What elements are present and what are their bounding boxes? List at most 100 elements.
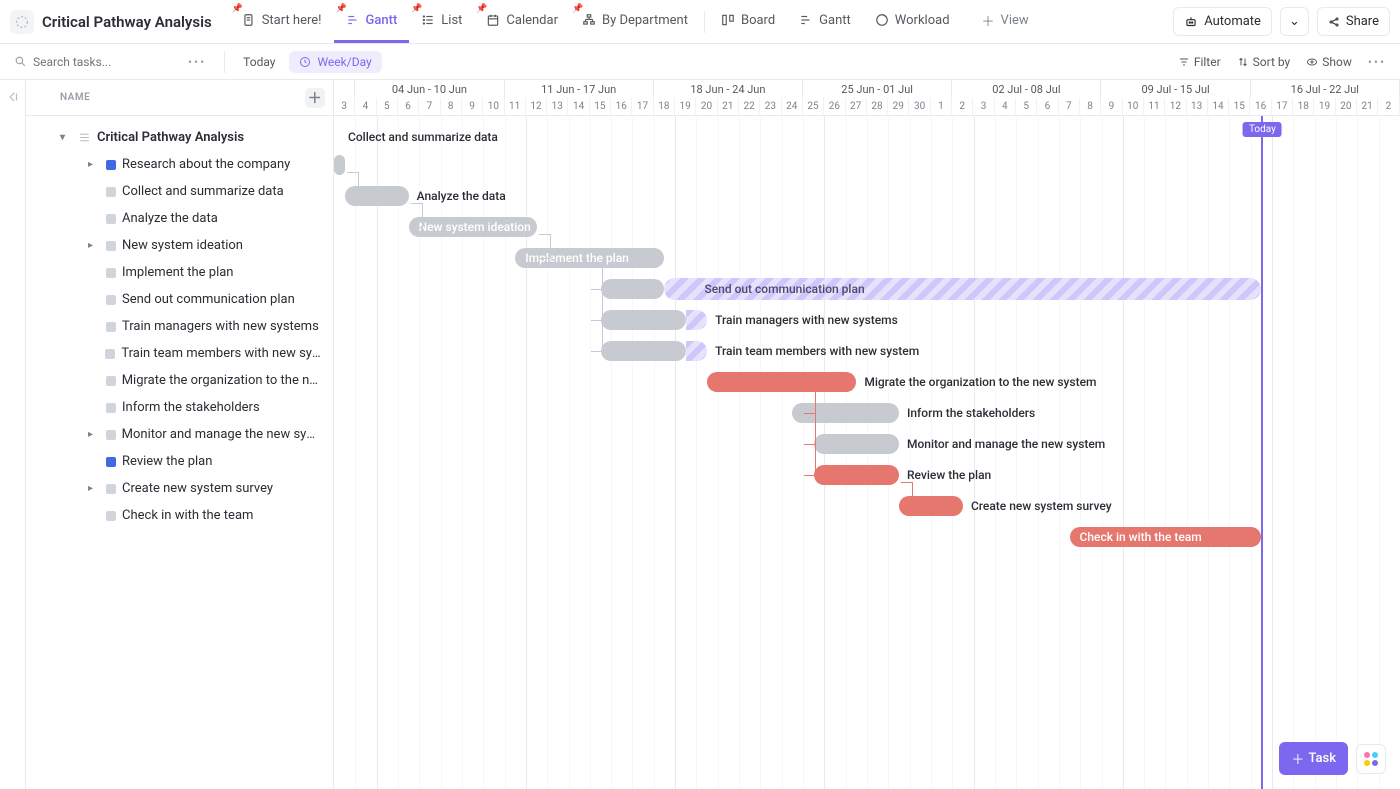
gantt-bar[interactable] <box>601 279 665 299</box>
day-header: 20 <box>696 98 717 116</box>
task-row[interactable]: Train team members with new syst... <box>32 340 327 367</box>
collapse-sidebar-button[interactable] <box>0 80 26 789</box>
gantt-icon <box>346 13 360 27</box>
search-input[interactable] <box>33 55 153 69</box>
task-row[interactable]: Analyze the data <box>32 205 327 232</box>
week-header: 02 Jul - 08 Jul <box>952 80 1101 98</box>
clock-icon <box>299 56 311 68</box>
day-header: 2 <box>952 98 973 116</box>
filter-bar: ••• Today Week/Day Filter Sort by Show •… <box>0 44 1400 80</box>
task-row[interactable]: Check in with the team <box>32 502 327 529</box>
sort-button[interactable]: Sort by <box>1237 55 1291 69</box>
automate-dropdown[interactable]: ⌄ <box>1280 7 1309 36</box>
task-label: Create new system survey <box>122 481 273 496</box>
caret-down-icon[interactable]: ▾ <box>60 132 72 143</box>
day-header: 14 <box>568 98 589 116</box>
task-row[interactable]: Train managers with new systems <box>32 313 327 340</box>
automate-button[interactable]: Automate <box>1173 7 1272 36</box>
list-icon <box>421 13 435 27</box>
task-label: New system ideation <box>122 238 243 253</box>
board-icon <box>721 13 735 27</box>
view-tab-gantt[interactable]: 📌Gantt <box>334 0 410 43</box>
dept-icon <box>582 13 596 27</box>
plus-icon: ＋ <box>308 88 323 108</box>
apps-button[interactable] <box>1356 744 1386 774</box>
timeline-days: 3456789101112131415161718192021222324252… <box>334 98 1400 116</box>
caret-right-icon[interactable]: ▸ <box>88 240 100 251</box>
gantt-chart[interactable]: 04 Jun - 10 Jun11 Jun - 17 Jun18 Jun - 2… <box>334 80 1400 789</box>
project-row[interactable]: ▾ Critical Pathway Analysis <box>32 124 327 151</box>
task-row[interactable]: Review the plan <box>32 448 327 475</box>
task-row[interactable]: ▸ New system ideation <box>32 232 327 259</box>
add-view-button[interactable]: ＋ View <box>970 0 1041 43</box>
task-label: Review the plan <box>122 454 212 469</box>
view-tab-by-department[interactable]: 📌By Department <box>570 0 700 43</box>
add-column-button[interactable]: ＋ <box>305 88 325 108</box>
view-tab-board[interactable]: Board <box>709 0 787 43</box>
day-header: 17 <box>1272 98 1293 116</box>
caret-right-icon[interactable]: ▸ <box>88 483 100 494</box>
gantt-bar-label: Create new system survey <box>963 495 1112 517</box>
task-row[interactable]: ▸ Create new system survey <box>32 475 327 502</box>
day-header: 18 <box>1293 98 1314 116</box>
view-tab-label: By Department <box>602 13 688 28</box>
gantt-bar-overdue[interactable] <box>686 310 707 330</box>
task-status-icon <box>106 322 116 332</box>
day-header: 15 <box>590 98 611 116</box>
views-row: 📌Start here!📌Gantt📌List📌Calendar📌By Depa… <box>230 0 962 43</box>
day-header: 28 <box>867 98 888 116</box>
day-header: 4 <box>995 98 1016 116</box>
space-icon <box>10 10 34 34</box>
view-tab-label: Gantt <box>366 13 398 28</box>
list-icon <box>78 131 91 144</box>
day-header: 4 <box>355 98 376 116</box>
task-status-icon <box>106 403 116 413</box>
day-header: 13 <box>1187 98 1208 116</box>
task-row[interactable]: Send out communication plan <box>32 286 327 313</box>
today-button[interactable]: Today <box>243 55 275 69</box>
view-tab-label: List <box>441 13 462 28</box>
more-options-icon[interactable]: ••• <box>188 55 206 69</box>
task-row[interactable]: ▸Research about the company <box>32 151 327 178</box>
task-row[interactable]: Inform the stakeholders <box>32 394 327 421</box>
day-header: 2 <box>1378 98 1399 116</box>
day-header: 12 <box>1165 98 1186 116</box>
task-row[interactable]: Collect and summarize data <box>32 178 327 205</box>
day-header: 3 <box>334 98 355 116</box>
filter-button[interactable]: Filter <box>1178 55 1221 69</box>
day-header: 9 <box>1101 98 1122 116</box>
day-header: 23 <box>760 98 781 116</box>
task-row[interactable]: Migrate the organization to the ne... <box>32 367 327 394</box>
task-status-icon <box>106 430 116 440</box>
day-header: 21 <box>1357 98 1378 116</box>
share-button[interactable]: Share <box>1317 7 1390 36</box>
gantt-bar[interactable] <box>334 155 345 175</box>
caret-right-icon[interactable]: ▸ <box>88 159 100 170</box>
task-row[interactable]: ▸Monitor and manage the new syst... <box>32 421 327 448</box>
task-row[interactable]: Implement the plan <box>32 259 327 286</box>
day-header: 1 <box>931 98 952 116</box>
gantt-bar[interactable] <box>707 372 856 392</box>
task-label: Analyze the data <box>122 211 218 226</box>
gantt-bar[interactable] <box>601 310 686 330</box>
show-button[interactable]: Show <box>1306 55 1352 69</box>
view-tab-gantt[interactable]: Gantt <box>787 0 863 43</box>
gantt-bar-label: Check in with the team <box>1070 526 1212 548</box>
new-task-button[interactable]: ＋ Task <box>1279 742 1348 775</box>
view-tab-calendar[interactable]: 📌Calendar <box>474 0 570 43</box>
view-tab-start-here-[interactable]: 📌Start here! <box>230 0 334 43</box>
week-header: 16 Jul - 22 Jul <box>1251 80 1400 98</box>
day-header: 22 <box>739 98 760 116</box>
gantt-bar[interactable] <box>814 465 899 485</box>
caret-right-icon[interactable]: ▸ <box>88 429 100 440</box>
more-show-options-icon[interactable]: ••• <box>1368 55 1386 69</box>
day-header: 27 <box>846 98 867 116</box>
view-tab-list[interactable]: 📌List <box>409 0 474 43</box>
gantt-bar-label: Collect and summarize data <box>340 126 498 148</box>
day-header: 11 <box>1144 98 1165 116</box>
gantt-bar[interactable] <box>814 434 899 454</box>
gantt-bar[interactable] <box>601 341 686 361</box>
zoom-toggle[interactable]: Week/Day <box>289 51 381 73</box>
view-tab-workload[interactable]: Workload <box>863 0 962 43</box>
gantt-bar-overdue[interactable] <box>686 341 707 361</box>
